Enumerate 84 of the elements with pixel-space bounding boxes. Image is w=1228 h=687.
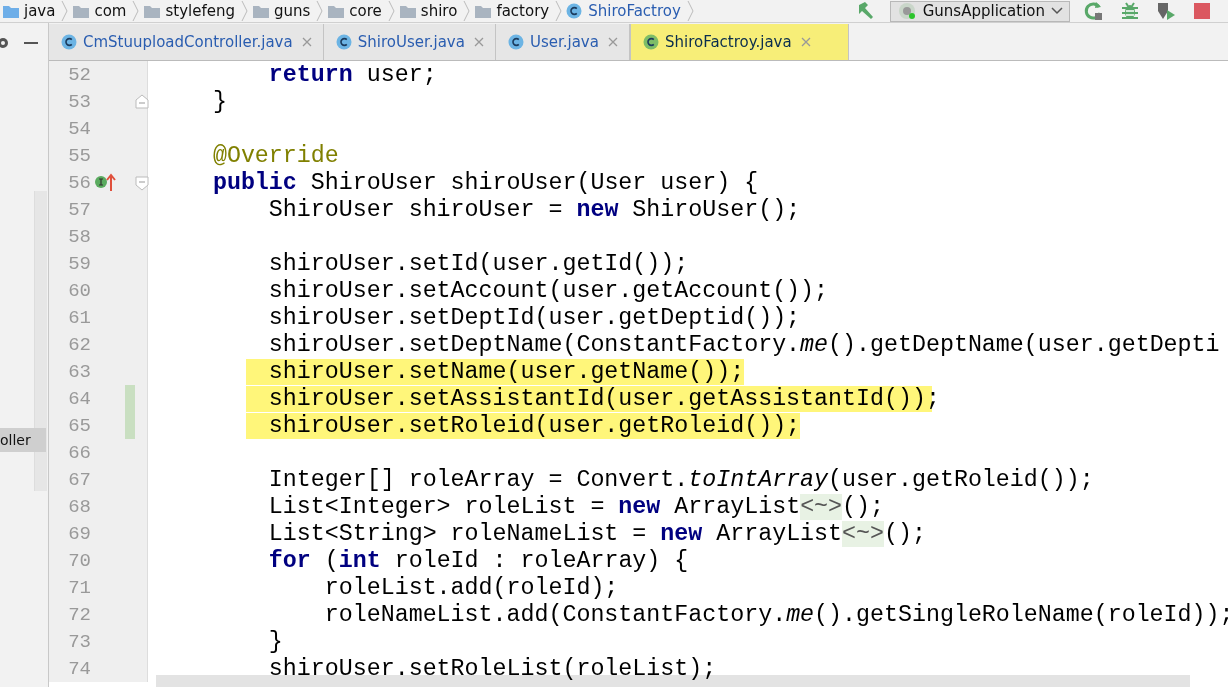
line-number: 64	[67, 387, 91, 410]
minus-icon	[24, 42, 38, 44]
chevron-icon	[316, 1, 324, 21]
folder-icon	[72, 3, 91, 19]
line-number: 63	[67, 360, 91, 383]
line-number: 66	[67, 441, 91, 464]
line-number: 67	[67, 468, 91, 491]
code-line: roleNameList.add(ConstantFactory.me().getSingleRoleName(roleId));	[323, 601, 1228, 628]
close-icon	[300, 36, 313, 48]
line-number: 72	[67, 603, 91, 626]
chevron-icon	[463, 1, 471, 21]
class-icon	[335, 34, 352, 50]
chevron-icon	[686, 1, 694, 21]
code-line: }	[211, 88, 227, 115]
class-icon	[507, 34, 524, 50]
code-line: List<Integer> roleList = new ArrayList<~>();	[267, 493, 885, 520]
breadcrumb-item[interactable]: stylefeng	[165, 2, 235, 20]
breadcrumb-item[interactable]: java	[24, 2, 56, 20]
coverage-icon	[1156, 1, 1176, 21]
line-number: 58	[67, 225, 91, 248]
line-number: 70	[67, 549, 91, 572]
code-line: shiroUser.setDeptName(ConstantFactory.me().getDeptName(user.getDepti	[267, 331, 1220, 358]
stop-icon	[1192, 1, 1212, 21]
app-icon	[896, 1, 917, 21]
rerun-icon	[1084, 1, 1104, 21]
breadcrumb-item[interactable]: shiro	[420, 2, 458, 20]
code-line: for (int roleId : roleArray) {	[267, 547, 689, 574]
line-number: 73	[67, 630, 91, 653]
code-line: List<String> roleNameList = new ArrayList<~>();	[267, 520, 926, 547]
editor-tab[interactable]: ShiroUser.java	[323, 24, 496, 60]
breadcrumb-item[interactable]: factory	[496, 2, 550, 20]
line-number: 74	[67, 657, 91, 680]
line-number: 68	[67, 495, 91, 518]
line-number: 56	[67, 171, 91, 194]
line-number: 55	[67, 144, 91, 167]
line-number: 54	[67, 117, 91, 140]
chevron-icon	[132, 1, 140, 21]
close-icon	[799, 36, 812, 48]
code-line: shiroUser.setAccount(user.getAccount());	[267, 277, 829, 304]
breadcrumb-item[interactable]: ShiroFactroy	[588, 2, 681, 20]
line-number: 52	[67, 63, 91, 86]
code-line: ShiroUser shiroUser = new ShiroUser();	[267, 196, 801, 223]
code-line: public ShiroUser shiroUser(User user) {	[211, 169, 759, 196]
code-line: return user;	[267, 61, 437, 88]
code-line: shiroUser.setRoleList(roleList);	[267, 655, 717, 682]
class-icon	[61, 34, 77, 50]
code-line: shiroUser.setDeptId(user.getDeptid());	[267, 304, 801, 331]
code-line: }	[267, 628, 283, 655]
line-number: 71	[67, 576, 91, 599]
folder-icon	[143, 3, 162, 19]
line-number: 60	[67, 279, 91, 302]
line-number: 59	[67, 252, 91, 275]
line-number: 65	[67, 414, 91, 437]
chevron-icon	[555, 1, 563, 21]
editor-tab[interactable]: CmStuuploadController.java	[49, 24, 324, 60]
breadcrumb-item[interactable]: com	[94, 2, 127, 20]
chevron-icon	[61, 1, 69, 21]
folder-icon	[252, 3, 270, 19]
editor-tab[interactable]: ShiroFactroy.java	[629, 24, 849, 60]
class-icon	[642, 34, 659, 50]
chevron-icon	[241, 1, 248, 21]
line-number: 57	[67, 198, 91, 221]
code-line: @Override	[211, 142, 339, 169]
bug-icon	[1120, 1, 1140, 21]
breadcrumb-item[interactable]: core	[349, 2, 382, 20]
line-number: 53	[67, 90, 91, 113]
code-line: Integer[] roleArray = Convert.toIntArray(user.getRoleid());	[267, 466, 1094, 493]
breadcrumb-item[interactable]: guns	[274, 2, 311, 20]
caret-icon	[1051, 7, 1063, 15]
close-icon	[606, 36, 619, 48]
run-config-dropdown[interactable]: GunsApplication	[889, 0, 1070, 22]
editor-tab[interactable]: User.java	[495, 24, 630, 60]
line-number: 69	[67, 522, 91, 545]
code-line: shiroUser.setId(user.getId());	[267, 250, 689, 277]
panel-item[interactable]: oller	[0, 428, 46, 452]
folder-icon	[2, 3, 20, 19]
chevron-icon	[387, 1, 395, 21]
folder-icon	[474, 3, 493, 19]
code-line: roleList.add(roleId);	[323, 574, 619, 601]
line-number: 61	[67, 306, 91, 329]
folder-icon	[398, 3, 417, 19]
folder-icon	[327, 3, 346, 19]
close-icon	[472, 36, 485, 48]
line-number: 62	[67, 333, 91, 356]
